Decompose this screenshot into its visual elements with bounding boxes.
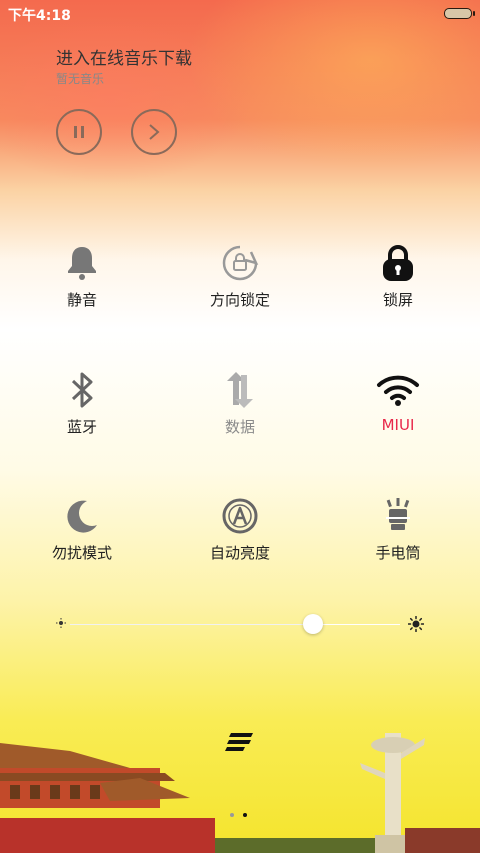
flashlight-icon (386, 498, 410, 530)
moon-icon (67, 500, 97, 533)
brightness-high-icon (408, 616, 424, 632)
toggle-lock-screen[interactable]: 锁屏 (333, 243, 463, 310)
toggle-bluetooth-label: 蓝牙 (66, 418, 97, 436)
bluetooth-icon (71, 372, 93, 408)
music-title[interactable]: 进入在线音乐下载 (56, 44, 192, 69)
brightness-low-icon (56, 618, 66, 628)
toggle-flashlight-label: 手电筒 (375, 544, 421, 562)
toggle-rotation-lock-label: 方向锁定 (209, 291, 270, 309)
toggle-do-not-disturb-label: 勿扰模式 (51, 544, 112, 562)
wifi-icon (377, 375, 419, 406)
brightness-slider-fill (70, 624, 313, 625)
status-bar: 下午4:18 (0, 0, 480, 26)
data-sync-icon (227, 372, 253, 408)
pause-icon (74, 126, 84, 138)
pause-button[interactable] (56, 109, 102, 155)
next-button[interactable] (131, 109, 177, 155)
toggle-flashlight[interactable]: 手电筒 (333, 496, 463, 563)
music-subtitle: 暂无音乐 (56, 72, 105, 86)
toggle-mute[interactable]: 静音 (17, 243, 147, 310)
toggle-lock-screen-label: 锁屏 (382, 291, 413, 309)
page-dot-2-active (243, 813, 247, 817)
toggle-rotation-lock[interactable]: 方向锁定 (175, 243, 305, 310)
toggle-wifi[interactable]: MIUI (333, 370, 463, 434)
bell-icon (68, 247, 96, 280)
toggle-wifi-label: MIUI (381, 416, 415, 434)
rotation-lock-icon (222, 245, 259, 281)
status-time: 下午4:18 (8, 8, 71, 24)
toggle-data-label: 数据 (224, 418, 255, 436)
brightness-slider-thumb[interactable] (303, 614, 323, 634)
toggle-auto-brightness-label: 自动亮度 (209, 544, 270, 562)
toggle-do-not-disturb[interactable]: 勿扰模式 (17, 496, 147, 563)
battery-icon (444, 8, 475, 19)
header-background (0, 0, 480, 200)
toggle-bluetooth[interactable]: 蓝牙 (17, 370, 147, 437)
auto-brightness-icon (222, 498, 258, 534)
edit-menu-icon[interactable] (225, 733, 255, 753)
toggle-mute-label: 静音 (66, 291, 97, 309)
chevron-right-icon (149, 124, 160, 140)
page-dot-1 (230, 813, 234, 817)
toggle-auto-brightness[interactable]: 自动亮度 (175, 496, 305, 563)
toggle-data[interactable]: 数据 (175, 370, 305, 437)
lock-icon (383, 245, 413, 281)
